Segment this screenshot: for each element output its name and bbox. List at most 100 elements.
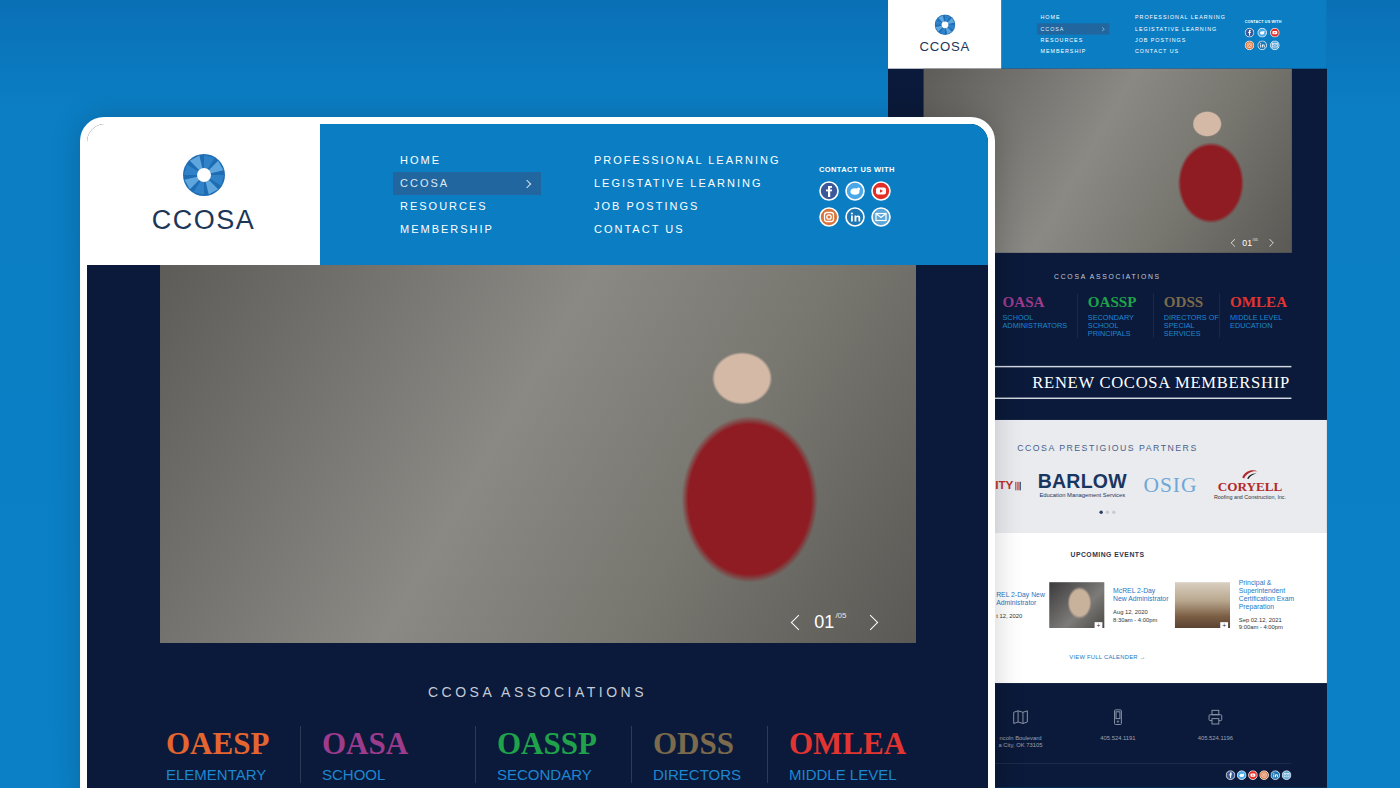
partner-name[interactable]: BARLOW <box>1038 471 1127 491</box>
nav-item[interactable]: LEGISTATIVE LEARNING <box>594 172 819 195</box>
nav-item[interactable]: JOB POSTINGS <box>1135 35 1245 46</box>
partner-name[interactable]: CORYELL <box>1218 479 1283 494</box>
event-item[interactable]: + Principal & Superintendent Certificatio… <box>1175 579 1296 632</box>
add-event-button[interactable]: + <box>1095 622 1103 630</box>
facebook-icon[interactable] <box>819 181 839 201</box>
association[interactable]: OASSP SECONDARY SCHOOL PRINCIPALS <box>1077 293 1153 337</box>
association-acronym[interactable]: ODSS <box>653 726 767 762</box>
chevron-left-icon[interactable] <box>1231 239 1239 247</box>
association[interactable]: OMLEAMIDDLE LEVEL EDUCATION <box>1219 293 1292 337</box>
event-title[interactable]: REL 2-Day New Administrator <box>996 590 1045 606</box>
nav-item[interactable]: HOME <box>393 149 541 172</box>
nav-item[interactable]: CCOSA <box>393 172 541 195</box>
nav-label[interactable]: PROFESSIONAL LEARNING <box>1135 15 1226 21</box>
add-event-button[interactable]: + <box>1220 622 1228 630</box>
nav-item[interactable]: PROFESSIONAL LEARNING <box>594 149 819 172</box>
association[interactable]: OASA SCHOOL <box>300 726 475 783</box>
chevron-left-icon[interactable] <box>791 614 807 630</box>
nav-label[interactable]: CCOSA <box>400 177 449 189</box>
event-image[interactable]: + <box>1175 582 1230 628</box>
event-title[interactable]: Principal & Superintendent Certification… <box>1239 579 1296 610</box>
logo[interactable]: CCOSA <box>888 0 1002 69</box>
nav-label[interactable]: JOB POSTINGS <box>594 200 699 212</box>
association[interactable]: OMLEAMIDDLE LEVEL <box>767 726 917 783</box>
email-icon[interactable] <box>1270 40 1280 50</box>
twitter-icon[interactable] <box>1237 770 1247 780</box>
nav-label[interactable]: LEGISTATIVE LEARNING <box>594 177 763 189</box>
partner-logo[interactable]: OSIG <box>1143 473 1197 497</box>
association-label[interactable]: SECONDARY SCHOOL PRINCIPALS <box>1088 313 1153 338</box>
nav-label[interactable]: HOME <box>1040 15 1060 21</box>
nav-label[interactable]: RESOURCES <box>400 200 488 212</box>
event-item[interactable]: +McREL 2-Day New AdministratorAug 12, 20… <box>1049 582 1170 628</box>
association[interactable]: OASA SCHOOL ADMINISTRATORS <box>992 293 1077 337</box>
nav-item[interactable]: MEMBERSHIP <box>1037 46 1109 57</box>
nav-label[interactable]: CCOSA <box>1040 26 1064 32</box>
association[interactable]: ODSS DIRECTORS <box>631 726 767 783</box>
youtube-icon[interactable] <box>1270 28 1280 38</box>
carousel-dot[interactable] <box>1106 511 1109 514</box>
partner-mark[interactable]: ITY <box>995 478 1021 492</box>
partner-name[interactable]: OSIG <box>1143 473 1197 497</box>
partner-logo[interactable]: ITY <box>995 478 1021 492</box>
twitter-icon[interactable] <box>845 181 865 201</box>
association-acronym[interactable]: OMLEA <box>789 726 917 762</box>
association-acronym[interactable]: ODSS <box>1164 293 1220 311</box>
carousel-dot[interactable] <box>1112 511 1115 514</box>
youtube-icon[interactable] <box>1248 770 1258 780</box>
email-icon[interactable] <box>871 207 891 227</box>
linkedin-icon[interactable] <box>845 207 865 227</box>
partner-logo[interactable]: CORYELLRoofing and Construction, Inc. <box>1214 469 1286 501</box>
facebook-icon[interactable] <box>1226 770 1236 780</box>
nav-label[interactable]: MEMBERSHIP <box>400 223 494 235</box>
chevron-right-icon[interactable] <box>862 614 878 630</box>
association-acronym[interactable]: OASSP <box>497 726 631 762</box>
ccosa-logo-icon[interactable] <box>934 14 955 35</box>
nav-item[interactable]: JOB POSTINGS <box>594 195 819 218</box>
association-label[interactable]: DIRECTORS OF SPECIAL SERVICES <box>1164 313 1220 338</box>
twitter-icon[interactable] <box>1257 28 1267 38</box>
association-label[interactable]: ELEMENTARY <box>166 766 300 783</box>
nav-label[interactable]: HOME <box>400 154 441 166</box>
linkedin-icon[interactable] <box>1257 40 1267 50</box>
association-acronym[interactable]: OASA <box>322 726 475 762</box>
association-acronym[interactable]: OAESP <box>166 726 300 762</box>
nav-item[interactable]: CCOSA <box>1037 23 1109 34</box>
association[interactable]: OAESP ELEMENTARY <box>166 726 300 783</box>
nav-item[interactable]: MEMBERSHIP <box>393 218 541 241</box>
association-label[interactable]: SCHOOL ADMINISTRATORS <box>1002 313 1077 330</box>
linkedin-icon[interactable] <box>1270 770 1280 780</box>
association-label[interactable]: MIDDLE LEVEL EDUCATION <box>1230 313 1292 330</box>
logo-text[interactable]: CCOSA <box>920 40 970 54</box>
youtube-icon[interactable] <box>871 181 891 201</box>
nav-item[interactable]: LEGISTATIVE LEARNING <box>1135 23 1245 34</box>
event-title[interactable]: McREL 2-Day New Administrator <box>1113 587 1170 603</box>
association[interactable]: ODSS DIRECTORS OF SPECIAL SERVICES <box>1153 293 1219 337</box>
nav-item[interactable]: CONTACT US <box>1135 46 1245 57</box>
nav-item[interactable]: RESOURCES <box>1037 35 1109 46</box>
instagram-icon[interactable] <box>1245 40 1255 50</box>
partner-logo[interactable]: BARLOWEducation Management Services <box>1038 471 1127 498</box>
nav-item[interactable]: CONTACT US <box>594 218 819 241</box>
nav-item[interactable]: HOME <box>1037 12 1109 23</box>
event-item[interactable]: REL 2-Day New Administratort 12, 2020 <box>996 590 1045 620</box>
nav-label[interactable]: PROFESSIONAL LEARNING <box>594 154 780 166</box>
association-acronym[interactable]: OASA <box>1002 293 1077 311</box>
instagram-icon[interactable] <box>819 207 839 227</box>
association-acronym[interactable]: OASSP <box>1088 293 1153 311</box>
chevron-right-icon[interactable] <box>1266 239 1274 247</box>
association-label[interactable]: SECONDARY <box>497 766 631 783</box>
facebook-icon[interactable] <box>1245 28 1255 38</box>
nav-item[interactable]: PROFESSIONAL LEARNING <box>1135 12 1245 23</box>
nav-item[interactable]: RESOURCES <box>393 195 541 218</box>
association-label[interactable]: DIRECTORS <box>653 766 767 783</box>
event-image[interactable]: + <box>1049 582 1104 628</box>
nav-label[interactable]: JOB POSTINGS <box>1135 37 1186 43</box>
partner-name[interactable]: ITY <box>995 478 1013 492</box>
association-label[interactable]: SCHOOL <box>322 766 475 783</box>
email-icon[interactable] <box>1282 770 1292 780</box>
nav-label[interactable]: MEMBERSHIP <box>1040 48 1086 54</box>
carousel-dot[interactable] <box>1099 511 1102 514</box>
nav-label[interactable]: CONTACT US <box>594 223 685 235</box>
association[interactable]: OASSP SECONDARY <box>475 726 631 783</box>
